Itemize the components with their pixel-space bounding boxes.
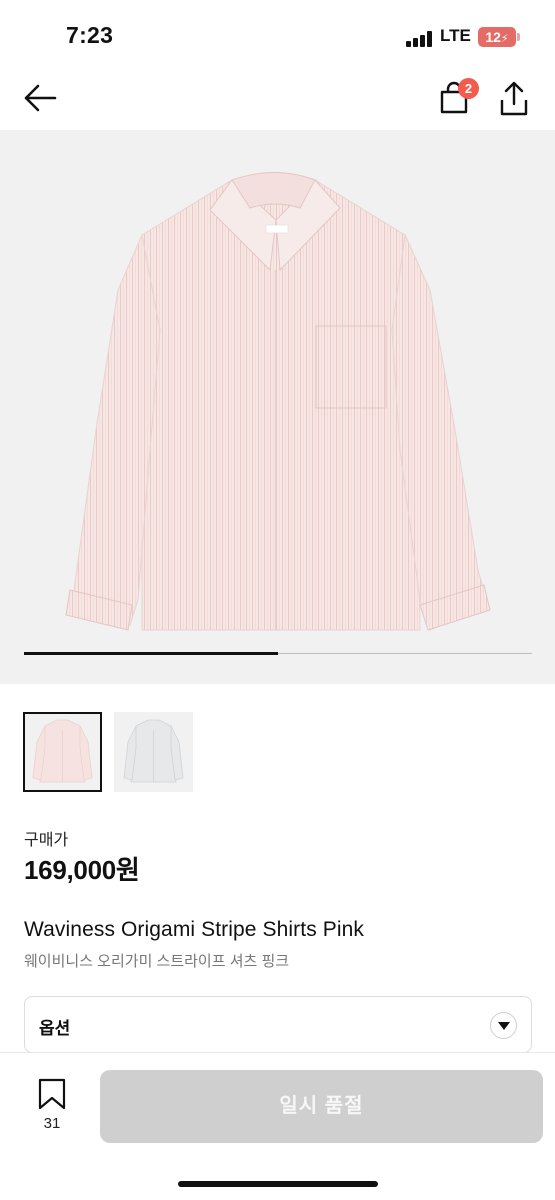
product-image-carousel[interactable] <box>0 130 555 684</box>
product-title-ko: 웨이비니스 오리가미 스트라이프 셔츠 핑크 <box>24 953 290 970</box>
product-shirt-image <box>65 172 491 631</box>
bookmark-icon <box>38 1078 66 1110</box>
sold-out-button[interactable]: 일시 품절 <box>100 1070 543 1143</box>
carousel-progress-track <box>24 652 532 655</box>
bookmark-button[interactable]: 31 <box>30 1077 74 1135</box>
caret-down-icon <box>498 1022 510 1030</box>
price-label: 구매가 <box>24 832 69 849</box>
cart-count-badge: 2 <box>458 78 479 99</box>
share-button[interactable] <box>498 80 530 118</box>
network-type: LTE <box>440 26 471 45</box>
share-icon <box>500 81 528 116</box>
status-time: 7:23 <box>66 22 114 48</box>
price-value: 169,000원 <box>24 855 140 885</box>
arrow-left-icon <box>24 84 57 112</box>
option-label: 옵션 <box>39 1019 71 1038</box>
back-button[interactable] <box>22 82 58 114</box>
thumbnail-pink-image <box>32 719 93 783</box>
battery-level: 12 <box>485 29 501 45</box>
home-indicator <box>178 1181 378 1187</box>
battery-icon: 12⚡ <box>478 27 516 47</box>
bottom-action-bar: 31 일시 품절 <box>0 1052 555 1200</box>
carousel-progress-fill <box>24 652 278 655</box>
status-bar: 7:23 LTE 12⚡ <box>0 0 555 72</box>
bookmark-count: 31 <box>43 1115 61 1132</box>
thumbnail-gray-image <box>123 719 184 783</box>
thumbnail-gray-shirt[interactable] <box>114 712 193 792</box>
option-select[interactable]: 옵션 <box>24 996 532 1053</box>
product-title-en: Waviness Origami Stripe Shirts Pink <box>24 918 364 941</box>
nav-bar: 2 <box>0 72 555 130</box>
signal-icon <box>406 31 434 47</box>
battery-cap <box>517 33 520 41</box>
dropdown-button[interactable] <box>490 1012 517 1039</box>
thumbnail-pink-shirt[interactable] <box>23 712 102 792</box>
